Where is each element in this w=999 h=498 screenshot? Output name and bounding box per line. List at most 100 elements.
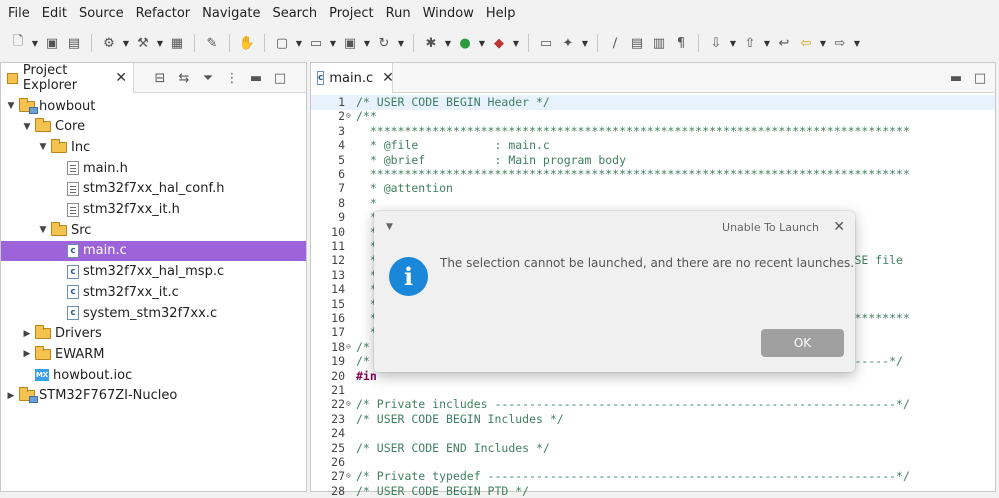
forward-icon[interactable]: ⇨ [830,33,850,53]
line-number: 11 [331,239,345,253]
chevron-down-icon[interactable]: ▼ [121,33,131,53]
chevron-down-icon[interactable]: ▼ [580,33,590,53]
open-folder-icon[interactable]: ▭ [306,33,326,53]
chevron-down-icon[interactable]: ▼ [5,101,17,111]
filter-icon[interactable]: ⏷ [201,71,215,86]
ok-button[interactable]: OK [761,329,844,357]
pen-icon[interactable]: ∕ [605,33,625,53]
chevron-down-icon[interactable]: ▼ [21,122,33,132]
tree-item[interactable]: c stm32f7xx_it.c [53,282,179,302]
chevron-down-icon[interactable]: ▼ [37,142,49,152]
tree-item[interactable]: MX howbout.ioc [21,365,132,385]
close-icon[interactable]: ✕ [833,219,845,235]
dialog-menu-icon[interactable]: ▼ [386,222,393,232]
new-project-icon[interactable]: ▢ [272,33,292,53]
refresh-icon[interactable]: ↻ [374,33,394,53]
chevron-down-icon[interactable]: ▼ [477,33,487,53]
tree-item[interactable]: ▶ Drivers [21,324,102,344]
menu-source[interactable]: Source [73,0,130,28]
chevron-down-icon[interactable]: ▼ [30,33,40,53]
minimize-icon[interactable]: ▬ [249,71,263,86]
fold-toggle-icon[interactable]: ⊖ [346,469,355,484]
last-edit-icon[interactable]: ↩ [774,33,794,53]
tree-item[interactable]: stm32f7xx_hal_conf.h [53,179,224,199]
line-number: 9 [338,210,345,225]
menu-file[interactable]: File [2,0,36,28]
fold-toggle-icon[interactable]: ⊖ [346,340,355,355]
external-tools-icon[interactable]: ◆ [489,33,509,53]
new-class-icon[interactable]: ▣ [340,33,360,53]
menu-refactor[interactable]: Refactor [130,0,197,28]
run-icon[interactable]: ● [455,33,475,53]
code-line: 8 * [311,196,995,211]
tree-item[interactable]: ▼ Inc [37,137,90,157]
maximize-icon[interactable]: □ [273,71,287,86]
build-hammer-icon[interactable]: ⚒ [133,33,153,53]
chevron-down-icon[interactable]: ▼ [728,33,738,53]
menu-edit[interactable]: Edit [36,0,73,28]
close-icon[interactable]: ✕ [382,70,394,86]
fold-toggle-icon[interactable]: ⊖ [346,397,355,412]
tree-item[interactable]: c stm32f7xx_hal_msp.c [53,262,224,282]
chevron-down-icon[interactable]: ▼ [155,33,165,53]
back-icon[interactable]: ⇦ [796,33,816,53]
tab-project-explorer[interactable]: Project Explorer ✕ [1,63,134,93]
tab-main-c[interactable]: c main.c ✕ [311,63,394,93]
menu-run[interactable]: Run [380,0,417,28]
open-type-icon[interactable]: ▭ [536,33,556,53]
save-all-icon[interactable]: ▤ [64,33,84,53]
chevron-down-icon[interactable]: ▼ [762,33,772,53]
fold-toggle-icon[interactable]: ⊖ [346,109,355,124]
debug-bug-icon[interactable]: ✱ [421,33,441,53]
settings-icon[interactable]: ⚙ [99,33,119,53]
pilcrow-icon[interactable]: ¶ [671,33,691,53]
binary-icon[interactable]: ▦ [167,33,187,53]
search-tool-icon[interactable]: ✦ [558,33,578,53]
chevron-right-icon[interactable]: ▶ [5,391,17,401]
tree-item-label: Inc [71,139,91,155]
chevron-down-icon[interactable]: ▼ [37,225,49,235]
block-selection-icon[interactable]: ▥ [649,33,669,53]
chevron-down-icon[interactable]: ▼ [294,33,304,53]
collapse-all-icon[interactable]: ⊟ [153,71,167,86]
tree-item[interactable]: c system_stm32f7xx.c [53,303,217,323]
tree-item[interactable]: ▶ EWARM [21,344,105,364]
new-file-icon[interactable]: 🗋 [8,33,28,53]
chevron-down-icon[interactable]: ▼ [396,33,406,53]
debug-tool-icon[interactable]: ✎ [202,33,222,53]
next-annotation-icon[interactable]: ⇩ [706,33,726,53]
folder-icon [51,138,67,153]
tree-item[interactable]: c main.c [1,240,306,261]
chevron-down-icon[interactable]: ▼ [328,33,338,53]
chevron-down-icon[interactable]: ▼ [852,33,862,53]
close-icon[interactable]: ✕ [115,70,127,86]
menu-search[interactable]: Search [266,0,323,28]
previous-annotation-icon[interactable]: ⇧ [740,33,760,53]
menu-navigate[interactable]: Navigate [196,0,266,28]
maximize-icon[interactable]: □ [973,71,987,86]
code-text: /* USER CODE END Includes */ [356,440,550,455]
tree-item[interactable]: ▼ Core [21,117,85,137]
chevron-down-icon[interactable]: ▼ [362,33,372,53]
tree-item[interactable]: ▶ STM32F767ZI-Nucleo [5,386,177,406]
minimize-icon[interactable]: ▬ [949,71,963,86]
save-icon[interactable]: ▣ [42,33,62,53]
chevron-down-icon[interactable]: ▼ [443,33,453,53]
view-menu-icon[interactable]: ⋮ [225,71,239,86]
menu-window[interactable]: Window [417,0,480,28]
chevron-right-icon[interactable]: ▶ [21,329,33,339]
line-number: 12 [331,253,345,268]
tree-item[interactable]: ▼ howbout [5,96,95,116]
link-editor-icon[interactable]: ⇆ [177,71,191,86]
code-line: 28 /* USER CODE BEGIN PTD */ [311,484,995,498]
tree-item[interactable]: main.h [53,158,128,178]
menu-project[interactable]: Project [323,0,379,28]
toggle-mark-icon[interactable]: ▤ [627,33,647,53]
tree-item[interactable]: stm32f7xx_it.h [53,200,180,220]
hand-icon[interactable]: ✋ [237,33,257,53]
chevron-down-icon[interactable]: ▼ [818,33,828,53]
chevron-right-icon[interactable]: ▶ [21,349,33,359]
chevron-down-icon[interactable]: ▼ [511,33,521,53]
menu-help[interactable]: Help [480,0,522,28]
tree-item[interactable]: ▼ Src [37,220,91,240]
